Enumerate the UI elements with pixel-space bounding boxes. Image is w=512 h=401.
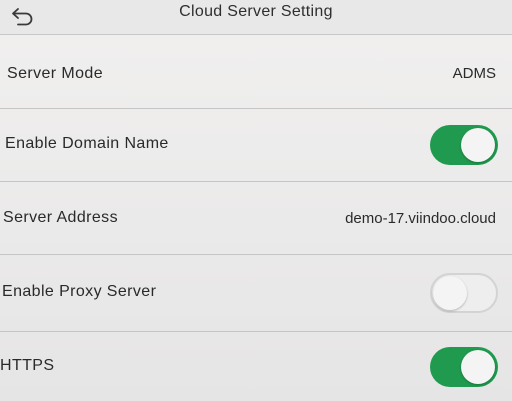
toggle-knob xyxy=(461,128,495,162)
cloud-server-setting-screen: Cloud Server Setting Server Mode ADMS En… xyxy=(0,0,512,401)
toggle-knob xyxy=(461,350,495,384)
enable-domain-name-label: Enable Domain Name xyxy=(5,135,169,152)
server-mode-row[interactable]: Server Mode ADMS xyxy=(0,37,512,109)
enable-proxy-server-label: Enable Proxy Server xyxy=(2,283,157,300)
server-address-value: demo-17.viindoo.cloud xyxy=(345,210,496,227)
server-address-row[interactable]: Server Address demo-17.viindoo.cloud xyxy=(0,182,512,255)
enable-proxy-server-toggle[interactable] xyxy=(430,273,498,313)
enable-domain-name-row[interactable]: Enable Domain Name xyxy=(0,109,512,182)
header-bar: Cloud Server Setting xyxy=(0,0,512,35)
toggle-knob xyxy=(433,276,467,310)
https-row[interactable]: HTTPS xyxy=(0,332,512,401)
server-mode-label: Server Mode xyxy=(7,65,103,82)
page-title: Cloud Server Setting xyxy=(179,3,333,20)
enable-proxy-server-row[interactable]: Enable Proxy Server xyxy=(0,255,512,332)
enable-domain-name-toggle[interactable] xyxy=(430,125,498,165)
server-mode-value: ADMS xyxy=(452,65,496,82)
server-address-label: Server Address xyxy=(3,209,118,226)
https-toggle[interactable] xyxy=(430,347,498,387)
https-label: HTTPS xyxy=(0,357,55,374)
